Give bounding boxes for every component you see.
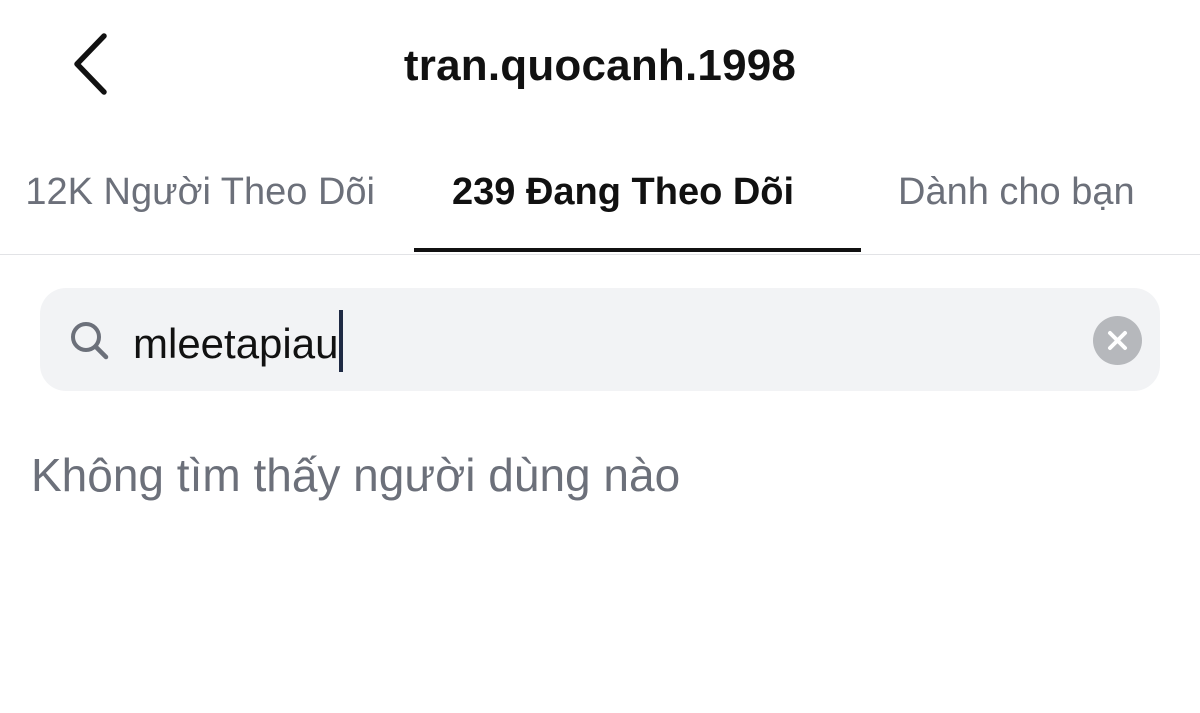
top-bar: tran.quocanh.1998 <box>0 0 1200 130</box>
search-input[interactable]: mleetapiau <box>133 310 344 372</box>
tab-bar: 12K Người Theo Dõi 239 Đang Theo Dõi Dàn… <box>0 150 1200 255</box>
text-cursor <box>339 310 344 372</box>
page-title: tran.quocanh.1998 <box>403 41 797 90</box>
search-icon <box>68 319 110 361</box>
search-input-value: mleetapiau <box>133 320 339 367</box>
active-tab-indicator <box>414 248 861 252</box>
tab-followers[interactable]: 12K Người Theo Dõi <box>25 168 375 216</box>
no-results-message: Không tìm thấy người dùng nào <box>31 449 681 501</box>
close-icon <box>1108 331 1127 350</box>
tab-following[interactable]: 239 Đang Theo Dõi <box>452 168 794 216</box>
clear-search-button[interactable] <box>1093 316 1142 365</box>
tab-for-you[interactable]: Dành cho bạn <box>898 168 1135 216</box>
